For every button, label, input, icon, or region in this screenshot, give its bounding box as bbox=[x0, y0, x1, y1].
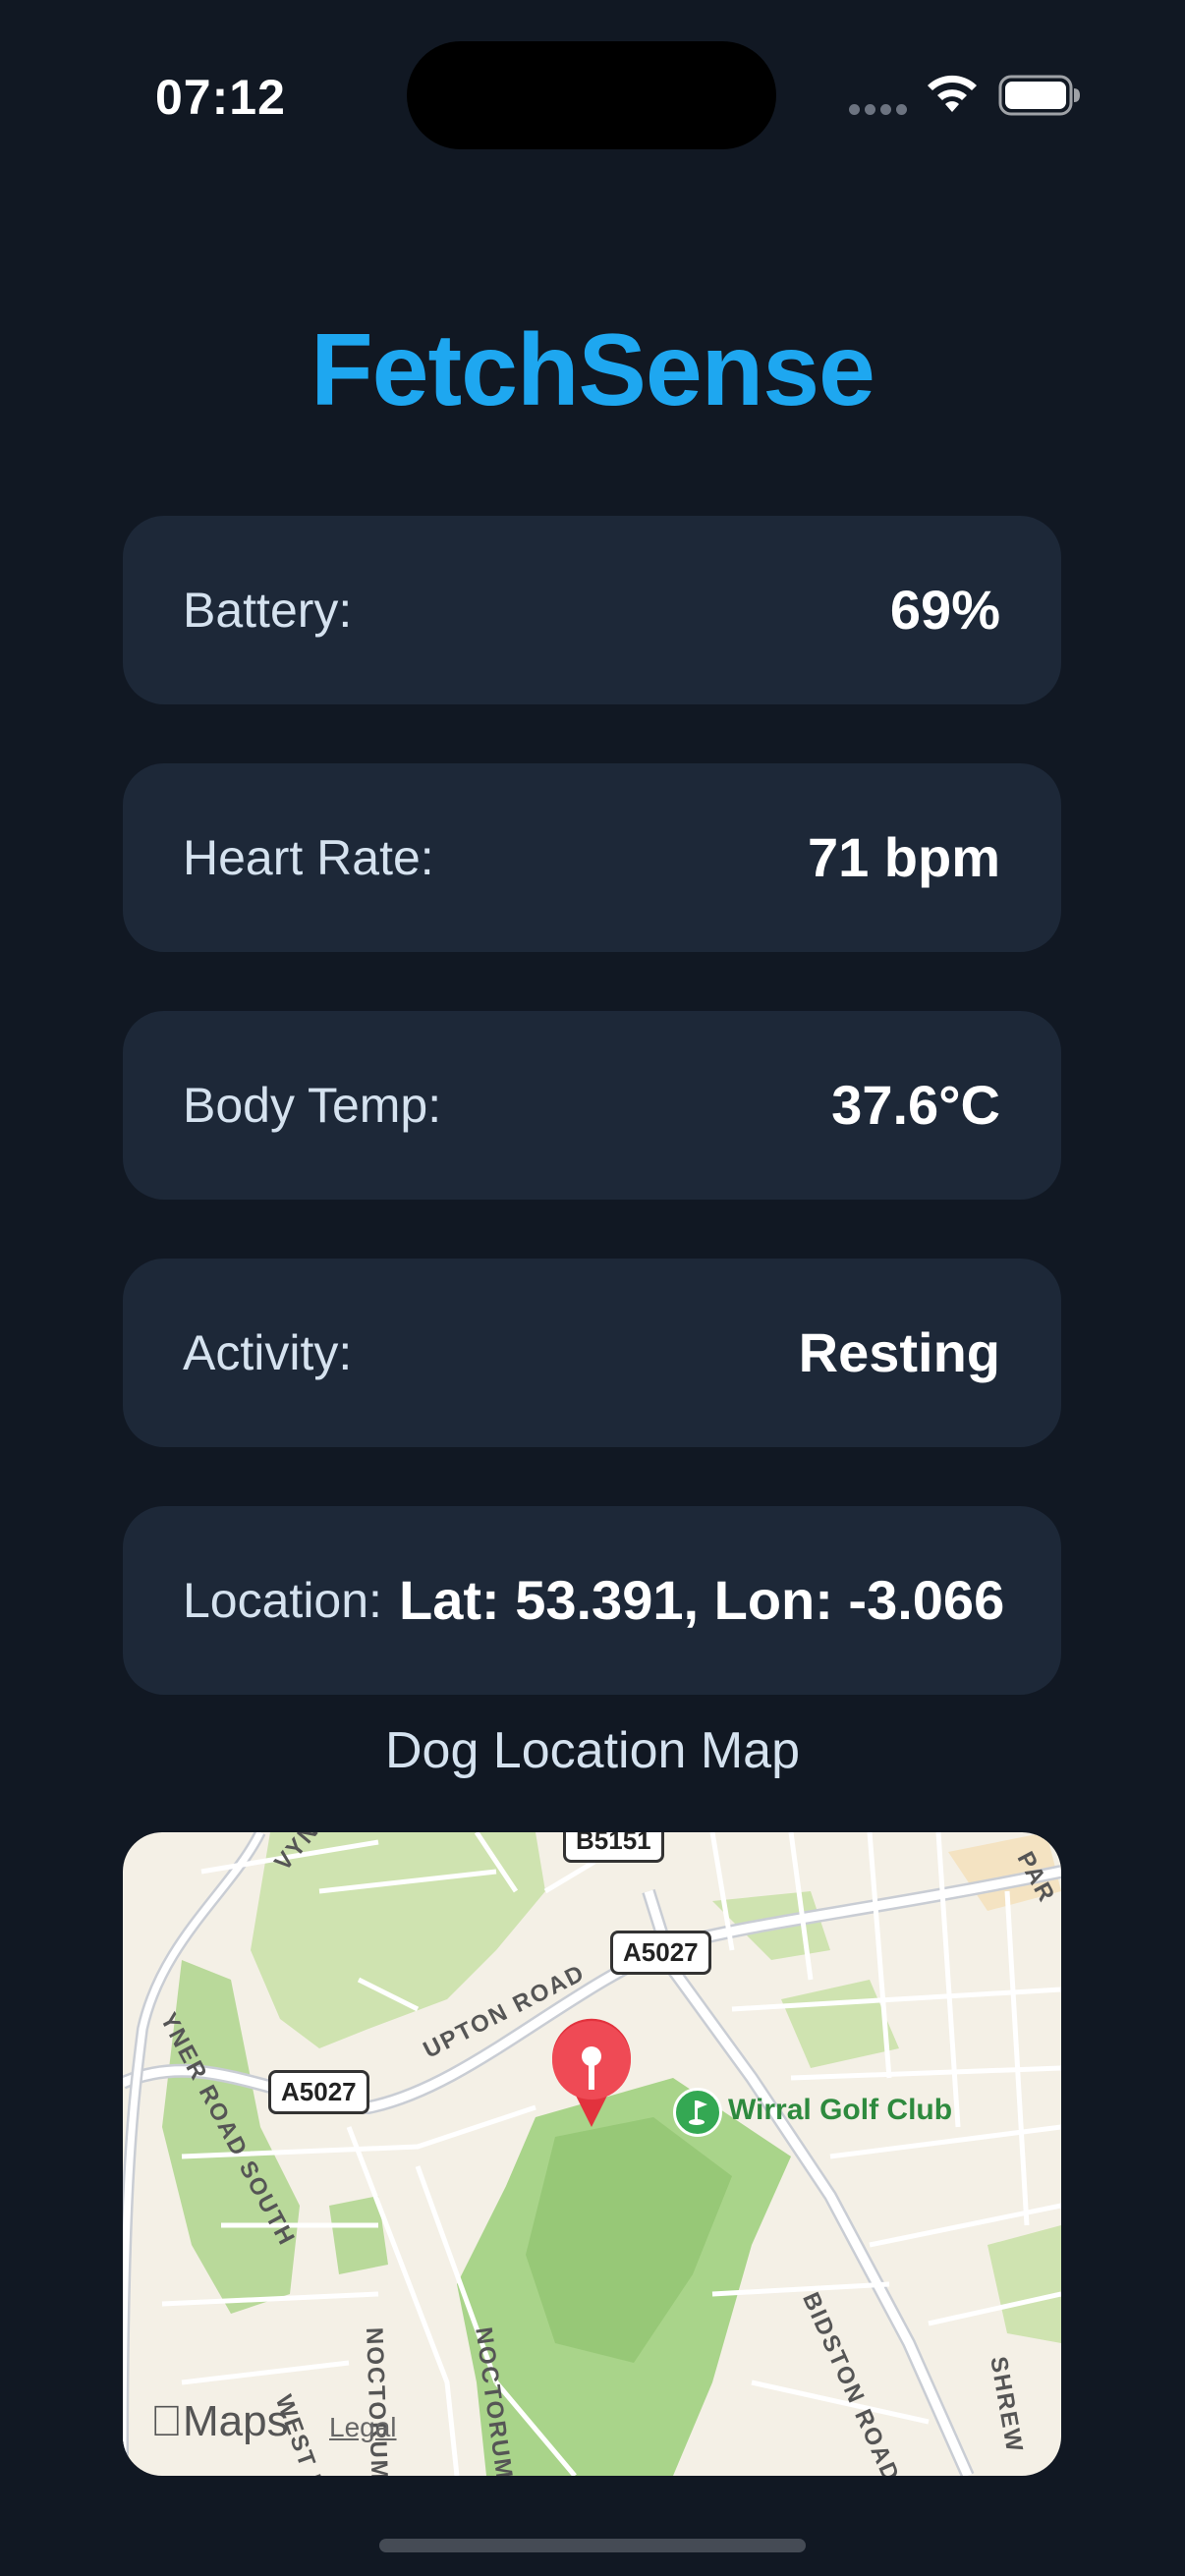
battery-label: Battery: bbox=[183, 583, 353, 638]
location-label: Location: bbox=[183, 1573, 382, 1628]
body-temp-card: Body Temp: 37.6°C bbox=[123, 1011, 1061, 1200]
battery-card: Battery: 69% bbox=[123, 516, 1061, 704]
status-time: 07:12 bbox=[155, 70, 286, 125]
body-temp-value: 37.6°C bbox=[831, 1074, 1000, 1136]
activity-label: Activity: bbox=[183, 1325, 353, 1380]
map-caption: Dog Location Map bbox=[384, 1722, 801, 1779]
activity-value: Resting bbox=[798, 1321, 1000, 1383]
road-shield-a5027: A5027 bbox=[268, 2070, 369, 2114]
status-bar: 07:12 bbox=[0, 0, 1185, 187]
body-temp-label: Body Temp: bbox=[183, 1078, 442, 1133]
heart-rate-value: 71 bpm bbox=[807, 826, 1000, 888]
golf-flag-icon[interactable] bbox=[673, 2088, 722, 2137]
legal-link[interactable]: Legal bbox=[329, 2412, 397, 2443]
dynamic-island bbox=[407, 41, 776, 149]
map-canvas bbox=[123, 1832, 1061, 2476]
road-shield-a5027: A5027 bbox=[610, 1931, 711, 1975]
location-value: Lat: 53.391, Lon: -3.066 bbox=[399, 1569, 1005, 1631]
heart-rate-label: Heart Rate: bbox=[183, 830, 434, 885]
home-indicator[interactable] bbox=[379, 2539, 806, 2552]
location-card: Location: Lat: 53.391, Lon: -3.066 bbox=[123, 1506, 1061, 1695]
noctorum-label-2: NOCTORUM bbox=[361, 2326, 393, 2476]
wifi-icon bbox=[928, 75, 977, 112]
apple-logo-icon:  bbox=[150, 2397, 183, 2445]
dog-location-map[interactable]: UPTON ROAD YNER ROAD SOUTH BIDSTON ROAD … bbox=[123, 1832, 1061, 2476]
heart-rate-card: Heart Rate: 71 bpm bbox=[123, 763, 1061, 952]
road-shield-b5151: B5151 bbox=[563, 1832, 664, 1863]
battery-icon bbox=[998, 75, 1080, 116]
golf-club-label[interactable]: Wirral Golf Club bbox=[728, 2094, 952, 2127]
battery-value: 69% bbox=[889, 579, 1000, 641]
signal-dots-icon bbox=[849, 102, 912, 120]
apple-maps-logo: Maps bbox=[150, 2397, 289, 2445]
activity-card: Activity: Resting bbox=[123, 1259, 1061, 1447]
app-title: FetchSense bbox=[310, 313, 875, 427]
